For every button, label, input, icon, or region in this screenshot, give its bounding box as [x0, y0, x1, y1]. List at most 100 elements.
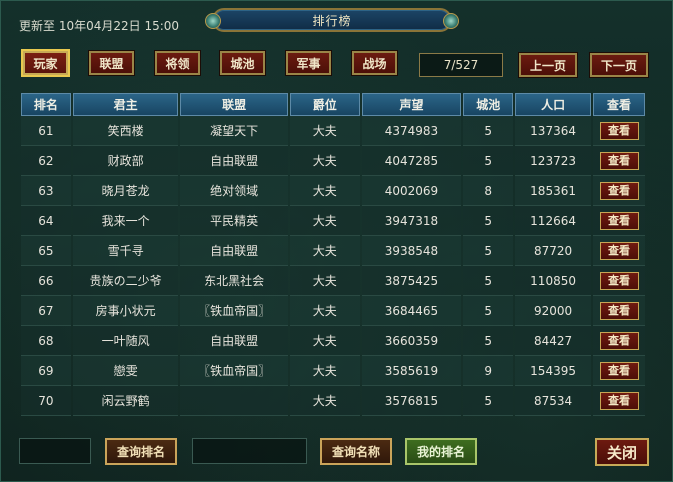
table-row: 63 晓月苍龙 绝对领域 大夫 4002069 8 185361 查看 — [21, 176, 645, 206]
ranking-panel: 更新至 10年04月22日 15:00 排行榜 玩家 联盟 将领 城池 军事 战… — [0, 0, 673, 482]
cell-lord: 财政部 — [72, 146, 179, 176]
tab-battlefield[interactable]: 战场 — [352, 51, 397, 75]
cell-title: 大夫 — [289, 386, 360, 416]
cell-view: 查看 — [593, 236, 645, 266]
name-query-input[interactable] — [192, 438, 307, 464]
cell-title: 大夫 — [289, 326, 360, 356]
cell-population: 87534 — [515, 386, 591, 416]
cell-alliance — [180, 386, 288, 416]
view-button[interactable]: 查看 — [599, 331, 639, 350]
cell-prestige: 3938548 — [361, 236, 462, 266]
my-rank-button[interactable]: 我的排名 — [405, 438, 477, 465]
view-button[interactable]: 查看 — [599, 181, 639, 200]
title-ornament-left-icon — [205, 13, 221, 29]
cell-cities: 5 — [463, 116, 514, 146]
cell-alliance: 〖铁血帝国〗 — [180, 296, 288, 326]
cell-population: 123723 — [515, 146, 591, 176]
cell-rank: 67 — [21, 296, 71, 326]
cell-lord: 雪千寻 — [72, 236, 179, 266]
cell-alliance: 绝对领域 — [180, 176, 288, 206]
cell-cities: 5 — [463, 236, 514, 266]
page-title: 排行榜 — [312, 13, 352, 28]
tab-alliance[interactable]: 联盟 — [89, 51, 134, 75]
cell-title: 大夫 — [289, 296, 360, 326]
cell-view: 查看 — [593, 296, 645, 326]
cell-alliance: 自由联盟 — [180, 146, 288, 176]
query-rank-button[interactable]: 查询排名 — [105, 438, 177, 465]
cell-population: 154395 — [515, 356, 591, 386]
page-indicator: 7/527 — [419, 53, 503, 77]
title-ornament-right-icon — [443, 13, 459, 29]
cell-cities: 5 — [463, 146, 514, 176]
cell-alliance: 凝望天下 — [180, 116, 288, 146]
header-rank: 排名 — [21, 93, 71, 116]
cell-alliance: 〖铁血帝国〗 — [180, 356, 288, 386]
table-row: 67 房事小状元 〖铁血帝国〗 大夫 3684465 5 92000 查看 — [21, 296, 645, 326]
query-name-button[interactable]: 查询名称 — [320, 438, 392, 465]
cell-prestige: 3684465 — [361, 296, 462, 326]
title-bar: 排行榜 — [205, 8, 459, 32]
cell-rank: 64 — [21, 206, 71, 236]
header-view: 查看 — [593, 93, 645, 116]
cell-title: 大夫 — [289, 236, 360, 266]
view-button[interactable]: 查看 — [599, 361, 639, 380]
cell-view: 查看 — [593, 326, 645, 356]
view-button[interactable]: 查看 — [599, 121, 639, 140]
view-button[interactable]: 查看 — [599, 211, 639, 230]
cell-prestige: 4002069 — [361, 176, 462, 206]
table-row: 70 闲云野鹤 大夫 3576815 5 87534 查看 — [21, 386, 645, 416]
cell-alliance: 东北黑社会 — [180, 266, 288, 296]
view-button[interactable]: 查看 — [599, 301, 639, 320]
tab-general[interactable]: 将领 — [155, 51, 200, 75]
view-button[interactable]: 查看 — [599, 241, 639, 260]
cell-population: 185361 — [515, 176, 591, 206]
header-lord: 君主 — [72, 93, 179, 116]
cell-prestige: 3585619 — [361, 356, 462, 386]
table-row: 66 贵族の二少爷 东北黑社会 大夫 3875425 5 110850 查看 — [21, 266, 645, 296]
rank-query-input[interactable] — [19, 438, 91, 464]
header-population: 人口 — [515, 93, 591, 116]
cell-title: 大夫 — [289, 206, 360, 236]
cell-lord: 房事小状元 — [72, 296, 179, 326]
cell-cities: 5 — [463, 206, 514, 236]
cell-prestige: 3660359 — [361, 326, 462, 356]
cell-population: 137364 — [515, 116, 591, 146]
view-button[interactable]: 查看 — [599, 271, 639, 290]
header-alliance: 联盟 — [180, 93, 288, 116]
update-time: 更新至 10年04月22日 15:00 — [19, 19, 180, 33]
cell-population: 112664 — [515, 206, 591, 236]
cell-prestige: 4047285 — [361, 146, 462, 176]
cell-alliance: 自由联盟 — [180, 236, 288, 266]
header-prestige: 声望 — [361, 93, 462, 116]
cell-title: 大夫 — [289, 266, 360, 296]
header-title: 爵位 — [289, 93, 360, 116]
cell-rank: 68 — [21, 326, 71, 356]
table-row: 64 我来一个 平民精英 大夫 3947318 5 112664 查看 — [21, 206, 645, 236]
cell-rank: 70 — [21, 386, 71, 416]
cell-lord: 戀雯 — [72, 356, 179, 386]
table-row: 62 财政部 自由联盟 大夫 4047285 5 123723 查看 — [21, 146, 645, 176]
view-button[interactable]: 查看 — [599, 391, 639, 410]
cell-title: 大夫 — [289, 176, 360, 206]
table-row: 65 雪千寻 自由联盟 大夫 3938548 5 87720 查看 — [21, 236, 645, 266]
view-button[interactable]: 查看 — [599, 151, 639, 170]
cell-prestige: 3576815 — [361, 386, 462, 416]
ranking-table: 排名 君主 联盟 爵位 声望 城池 人口 查看 61 笑西楼 凝望天下 大夫 4… — [19, 93, 647, 416]
cell-alliance: 平民精英 — [180, 206, 288, 236]
prev-page-button[interactable]: 上一页 — [519, 53, 577, 77]
close-button[interactable]: 关闭 — [595, 438, 649, 466]
next-page-button[interactable]: 下一页 — [590, 53, 648, 77]
header-cities: 城池 — [463, 93, 514, 116]
cell-rank: 62 — [21, 146, 71, 176]
cell-prestige: 4374983 — [361, 116, 462, 146]
table-header-row: 排名 君主 联盟 爵位 声望 城池 人口 查看 — [21, 93, 645, 116]
tab-city[interactable]: 城池 — [220, 51, 265, 75]
cell-rank: 63 — [21, 176, 71, 206]
cell-rank: 61 — [21, 116, 71, 146]
tab-military[interactable]: 军事 — [286, 51, 331, 75]
table-row: 69 戀雯 〖铁血帝国〗 大夫 3585619 9 154395 查看 — [21, 356, 645, 386]
cell-population: 87720 — [515, 236, 591, 266]
tab-player[interactable]: 玩家 — [23, 51, 68, 75]
cell-population: 84427 — [515, 326, 591, 356]
cell-view: 查看 — [593, 116, 645, 146]
